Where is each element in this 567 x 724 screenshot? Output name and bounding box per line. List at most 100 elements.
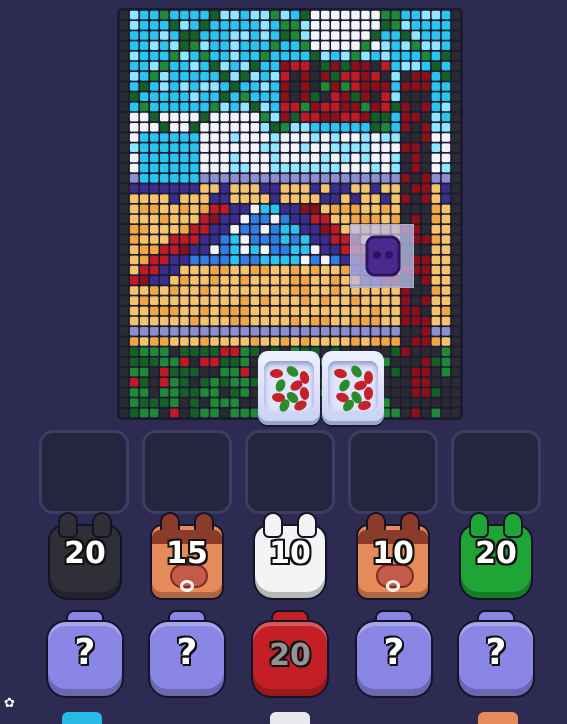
- pixel-cell: [391, 163, 400, 173]
- pixel-cell: [381, 123, 390, 132]
- pixel-cell: [431, 31, 441, 40]
- pixel-cell: [119, 306, 129, 316]
- pixel-cell: [170, 235, 179, 244]
- pixel-cell: [300, 265, 310, 275]
- pixel-cell: [361, 10, 370, 20]
- pixel-cell: [341, 112, 350, 122]
- pixel-cell: [290, 92, 300, 101]
- mystery-bottle-2[interactable]: ?: [150, 612, 224, 698]
- pixel-cell: [240, 225, 249, 234]
- jar-count: 10: [269, 536, 311, 571]
- pixel-cell: [341, 133, 350, 142]
- mystery-bottle-3[interactable]: ?: [357, 612, 431, 698]
- pixel-cell: [230, 204, 239, 214]
- pixel-cell: [421, 51, 431, 61]
- pixel-cell: [441, 306, 451, 316]
- pixel-cell: [431, 265, 441, 275]
- pixel-cell: [391, 153, 400, 163]
- gear-icon[interactable]: ✿: [4, 696, 15, 711]
- slot-5[interactable]: [451, 430, 541, 514]
- pixel-cell: [129, 286, 139, 295]
- slot-1[interactable]: [39, 430, 129, 514]
- pixel-cell: [139, 388, 149, 397]
- slot-4[interactable]: [348, 430, 438, 514]
- green-jar[interactable]: 20: [461, 512, 531, 598]
- pixel-cell: [160, 245, 169, 254]
- pixel-cell: [210, 296, 219, 305]
- pixel-cell: [310, 51, 320, 61]
- pixel-cell: [240, 21, 249, 30]
- pixel-cell: [361, 21, 370, 30]
- pixel-cell: [421, 133, 431, 142]
- pixel-cell: [341, 265, 350, 275]
- pixel-cell: [280, 235, 290, 244]
- pixel-cell: [421, 41, 431, 50]
- blocked-cell: [350, 224, 414, 288]
- pixel-cell: [421, 153, 431, 163]
- pixel-cell: [310, 316, 320, 326]
- pixel-cell: [210, 92, 219, 101]
- slot-3[interactable]: [245, 430, 335, 514]
- pixel-cell: [411, 398, 420, 407]
- pixel-cell: [220, 265, 229, 275]
- pixel-cell: [170, 398, 179, 407]
- pixel-cell: [250, 245, 260, 254]
- pixel-cell: [391, 296, 400, 305]
- pixel-cell: [150, 286, 159, 295]
- pixel-cell: [190, 316, 199, 326]
- slot-2[interactable]: [142, 430, 232, 514]
- pixel-cell: [160, 398, 169, 407]
- pixel-cell: [129, 347, 139, 356]
- pixel-cell: [129, 61, 139, 71]
- jar-ear-icon: [471, 514, 487, 536]
- pixel-cell: [270, 31, 280, 40]
- pixel-cell: [391, 174, 400, 183]
- pixel-cell: [180, 296, 189, 305]
- pixel-cell: [210, 102, 219, 112]
- pig-jar-orange-2[interactable]: 10: [358, 512, 428, 598]
- pixel-cell: [401, 388, 410, 397]
- pixel-cell: [150, 41, 159, 50]
- pixel-cell: [160, 255, 169, 265]
- pixel-cell: [421, 398, 431, 407]
- pixel-cell: [119, 184, 129, 193]
- pixel-cell: [119, 82, 129, 91]
- pixel-cell: [280, 112, 290, 122]
- pixel-cell: [300, 327, 310, 336]
- pixel-cell: [139, 276, 149, 285]
- pixel-cell: [310, 92, 320, 101]
- jar-ear-icon: [265, 514, 281, 536]
- pixel-cell: [341, 92, 350, 101]
- pixel-cell: [300, 143, 310, 152]
- pixel-cell: [240, 265, 249, 275]
- pixel-cell: [240, 41, 249, 50]
- pixel-cell: [321, 286, 330, 295]
- pixel-cell: [421, 123, 431, 132]
- pixel-cell: [260, 306, 270, 316]
- pixel-cell: [150, 194, 159, 203]
- pixel-cell: [421, 204, 431, 214]
- pixel-cell: [230, 92, 239, 101]
- pixel-cell: [160, 235, 169, 244]
- mystery-bottle-4[interactable]: ?: [459, 612, 533, 698]
- mystery-bottle-1[interactable]: ?: [48, 612, 122, 698]
- pixel-cell: [361, 133, 370, 142]
- pixel-cell: [310, 245, 320, 254]
- pixel-cell: [119, 61, 129, 71]
- red-bottle[interactable]: 20: [253, 612, 327, 698]
- pixel-cell: [210, 255, 219, 265]
- pixel-cell: [371, 92, 380, 101]
- pixel-cell: [190, 204, 199, 214]
- bean-tray-right[interactable]: [322, 351, 384, 425]
- pixel-cell: [341, 255, 350, 265]
- pixel-cell: [119, 194, 129, 203]
- white-jar[interactable]: 10: [255, 512, 325, 598]
- bean-tray-left[interactable]: [258, 351, 320, 425]
- black-jar[interactable]: 20: [50, 512, 120, 598]
- pixel-cell: [160, 123, 169, 132]
- pixel-cell: [220, 72, 229, 81]
- pixel-cell: [411, 327, 420, 336]
- pig-jar-orange[interactable]: 15: [152, 512, 222, 598]
- pixel-cell: [270, 286, 280, 295]
- pixel-cell: [250, 133, 260, 142]
